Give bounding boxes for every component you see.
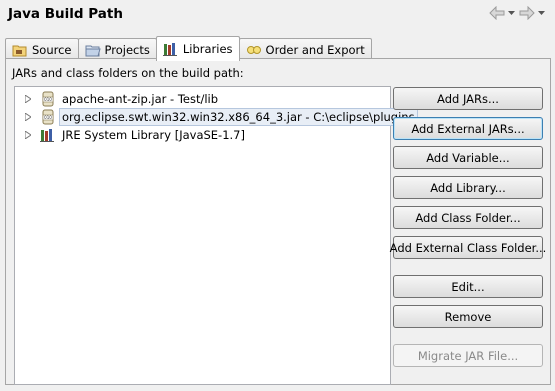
expand-arrow-icon[interactable]	[20, 131, 36, 139]
jar-icon: 010	[39, 109, 57, 125]
jar-icon: 010	[39, 91, 57, 107]
tree-item-label: org.eclipse.swt.win32.win32.x86_64_3.jar…	[59, 108, 418, 126]
back-dropdown-icon[interactable]	[507, 9, 515, 17]
libraries-icon	[162, 41, 179, 57]
tab-projects[interactable]: Projects	[77, 38, 157, 60]
expand-arrow-icon[interactable]	[20, 113, 36, 121]
expand-arrow-icon[interactable]	[20, 95, 36, 103]
tree-item-swt-jar[interactable]: 010 org.eclipse.swt.win32.win32.x86_64_3…	[15, 108, 418, 126]
migrate-jar-button[interactable]: Migrate JAR File...	[393, 344, 543, 367]
tab-source[interactable]: Source	[5, 38, 79, 60]
tab-order-export[interactable]: Order and Export	[238, 38, 372, 60]
projects-folder-icon	[85, 42, 101, 58]
add-class-folder-button[interactable]: Add Class Folder...	[393, 206, 543, 229]
page-title: Java Build Path	[8, 6, 123, 22]
tab-bar: Source Projects Libraries Order and Expo…	[5, 36, 372, 61]
source-folder-icon	[12, 42, 28, 58]
add-jars-button[interactable]: Add JARs...	[393, 87, 543, 110]
forward-dropdown-icon[interactable]	[537, 9, 545, 17]
svg-text:010: 010	[44, 115, 52, 120]
remove-button[interactable]: Remove	[393, 305, 543, 328]
svg-text:010: 010	[44, 97, 52, 102]
tab-libraries-label: Libraries	[182, 42, 233, 56]
tree-item-label: apache-ant-zip.jar - Test/lib	[62, 92, 219, 106]
tree-item-label: JRE System Library [JavaSE-1.7]	[62, 128, 245, 142]
tab-source-label: Source	[32, 42, 72, 57]
tree-item-apache-ant-zip[interactable]: 010 apache-ant-zip.jar - Test/lib	[15, 90, 220, 108]
build-path-tree[interactable]: 010 apache-ant-zip.jar - Test/lib 010 or…	[14, 86, 418, 385]
edit-button[interactable]: Edit...	[393, 275, 543, 298]
build-path-label: JARs and class folders on the build path…	[12, 66, 244, 80]
add-library-button[interactable]: Add Library...	[393, 176, 543, 199]
add-external-class-folder-button[interactable]: Add External Class Folder...	[390, 236, 546, 259]
tab-order-export-label: Order and Export	[265, 42, 365, 57]
add-variable-button[interactable]: Add Variable...	[393, 146, 543, 169]
back-arrow-icon[interactable]	[489, 6, 505, 20]
order-export-icon	[246, 42, 262, 58]
library-icon	[39, 127, 57, 143]
forward-arrow-icon[interactable]	[519, 6, 535, 20]
history-nav	[489, 6, 545, 20]
tab-projects-label: Projects	[104, 42, 150, 57]
tree-item-jre-system-library[interactable]: JRE System Library [JavaSE-1.7]	[15, 126, 247, 144]
tab-libraries[interactable]: Libraries	[155, 36, 240, 61]
add-external-jars-button[interactable]: Add External JARs...	[393, 117, 543, 140]
